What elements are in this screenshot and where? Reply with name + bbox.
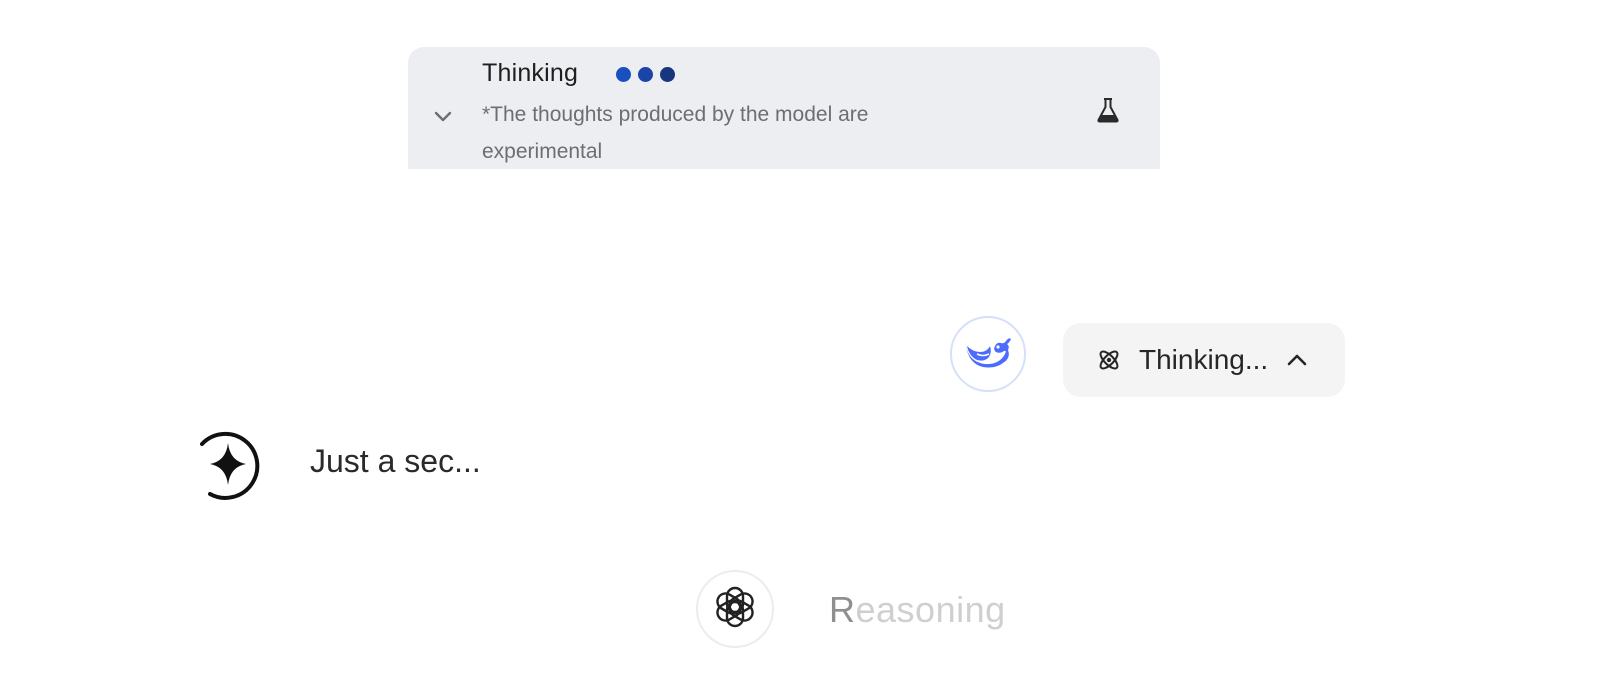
reasoning-status: Reasoning [829,589,1006,631]
gemini-thinking-panel: Thinking *The thoughts produced by the m… [408,47,1160,169]
openai-knot-icon [712,584,758,635]
chatgpt-avatar [696,570,774,648]
deepseek-whale-icon [963,332,1013,377]
chevron-up-icon [1284,347,1310,373]
loading-dot [616,67,632,82]
deepseek-thinking-toggle[interactable]: Thinking... [1063,323,1345,397]
reasoning-status-first-letter: R [829,589,856,630]
gemini-thinking-title: Thinking [482,59,579,87]
reasoning-indicators-showcase: Thinking *The thoughts produced by the m… [0,0,1600,692]
atom-icon [1095,346,1123,374]
deepseek-avatar [950,316,1026,392]
loading-dots [616,67,676,82]
flask-icon [1093,95,1123,125]
experimental-note: *The thoughts produced by the model are … [482,103,869,163]
sparkle-ring-icon [192,426,266,502]
loading-dot [660,67,676,82]
reasoning-status-rest: easoning [855,589,1006,630]
loading-dot [638,67,654,82]
gemini-title-row: Thinking [482,59,676,88]
deepseek-thinking-label: Thinking... [1139,344,1269,375]
just-a-sec-status: Just a sec... [310,443,481,479]
chevron-down-icon[interactable] [432,105,454,127]
